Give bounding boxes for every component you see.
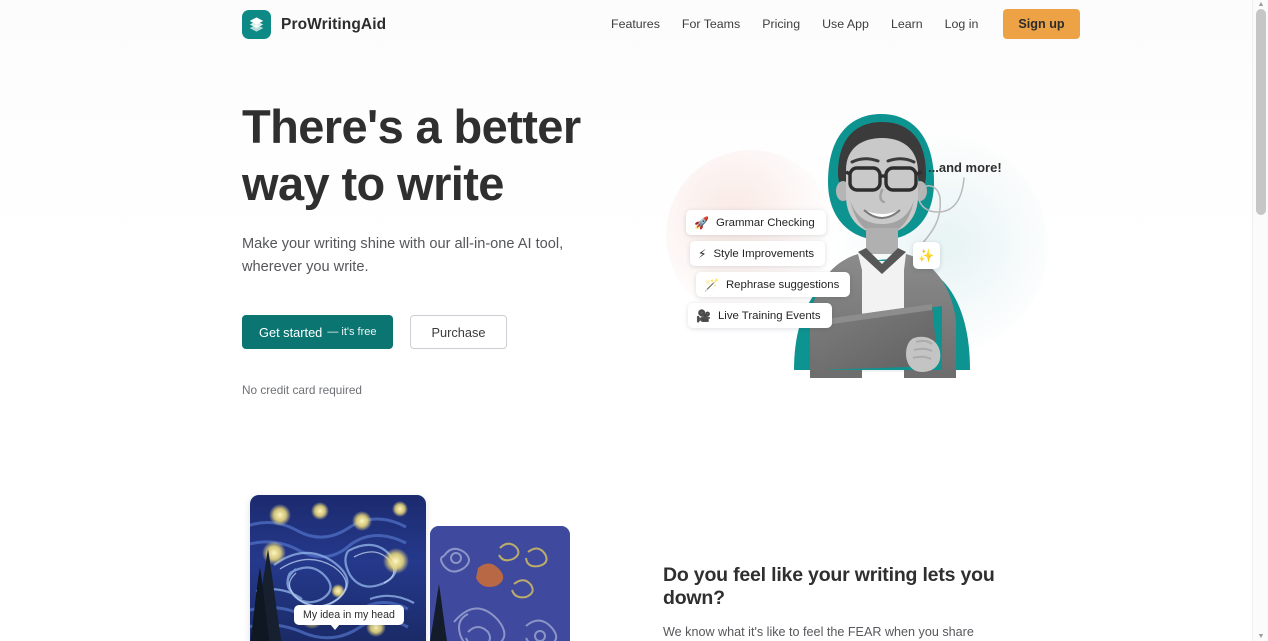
sign-up-button[interactable]: Sign up [1003,9,1080,39]
rocket-icon: 🚀 [694,215,709,230]
no-credit-card-note: No credit card required [242,383,362,397]
feature-chip-label: Grammar Checking [715,216,815,229]
purchase-button[interactable]: Purchase [410,315,507,349]
scrollbar-up-arrow-icon[interactable]: ▲ [1253,0,1268,9]
feature-chip-live-training-events[interactable]: 🎥 Live Training Events [688,303,832,328]
prowritingaid-logo-icon [242,10,271,39]
my-idea-in-my-head-label: My idea in my head [294,605,404,630]
section2-body: We know what it's like to feel the FEAR … [663,625,974,639]
feature-chip-label: Style Improvements [713,247,815,260]
section2-title: Do you feel like your writing lets you d… [663,564,995,609]
primary-nav: Features For Teams Pricing Use App Learn… [600,9,1080,39]
scrollbar-down-arrow-icon[interactable]: ▼ [1253,632,1268,641]
hero-cta-row: Get started — it's free Purchase [242,315,642,349]
get-started-label: Get started [259,324,323,340]
sparkles-icon: ✨ [918,247,935,263]
hero-title: There's a better way to write [242,98,642,212]
nav-item-pricing[interactable]: Pricing [751,11,811,37]
get-started-button[interactable]: Get started — it's free [242,315,394,349]
section2-copy: Do you feel like your writing lets you d… [663,564,1043,641]
flat-simplified-painting [430,526,570,641]
magic-wand-icon: 🪄 [704,277,719,292]
page-content: ProWritingAid Features For Teams Pricing… [0,0,1252,641]
idea-vs-reality-illustration: My idea in my head [242,490,622,641]
feature-chip-list: 🚀 Grammar Checking ⚡ Style Improvements … [686,210,851,328]
feature-chip-grammar-checking[interactable]: 🚀 Grammar Checking [686,210,826,235]
brand-logo-link[interactable]: ProWritingAid [242,10,386,39]
page-scrollbar[interactable]: ▲ ▼ [1252,0,1268,641]
nav-item-use-app[interactable]: Use App [811,11,880,37]
nav-item-for-teams[interactable]: For Teams [671,11,751,37]
hero-title-line-2: way to write [242,157,504,210]
lightning-icon: ⚡ [698,246,707,261]
hero-illustration: ...and more! 🚀 Grammar Checking ⚡ Style … [648,100,1068,410]
brand-name: ProWritingAid [281,15,387,33]
hero-section: There's a better way to write Make your … [0,90,1252,420]
feature-chip-label: Rephrase suggestions [725,278,840,291]
browser-viewport: ProWritingAid Features For Teams Pricing… [0,0,1268,641]
nav-item-learn[interactable]: Learn [880,11,934,37]
scrollbar-thumb[interactable] [1256,9,1266,215]
hero-subtitle: Make your writing shine with our all-in-… [242,236,564,275]
feature-chip-label: Live Training Events [717,309,821,322]
get-started-suffix: — it's free [327,326,377,338]
and-more-annotation: ...and more! [928,160,1002,175]
video-camera-icon: 🎥 [696,308,711,323]
hero-copy: There's a better way to write Make your … [242,98,642,397]
nav-item-log-in[interactable]: Log in [934,11,990,37]
feature-chip-style-improvements[interactable]: ⚡ Style Improvements [690,241,826,266]
sparkle-chip: ✨ [913,242,940,269]
nav-item-features[interactable]: Features [600,11,671,37]
hero-title-line-1: There's a better [242,100,581,153]
curved-arrow-icon [915,177,965,251]
writing-lets-you-down-section: My idea in my head Do you feel like your… [0,490,1252,641]
site-header: ProWritingAid Features For Teams Pricing… [0,0,1252,48]
feature-chip-rephrase-suggestions[interactable]: 🪄 Rephrase suggestions [696,272,851,297]
